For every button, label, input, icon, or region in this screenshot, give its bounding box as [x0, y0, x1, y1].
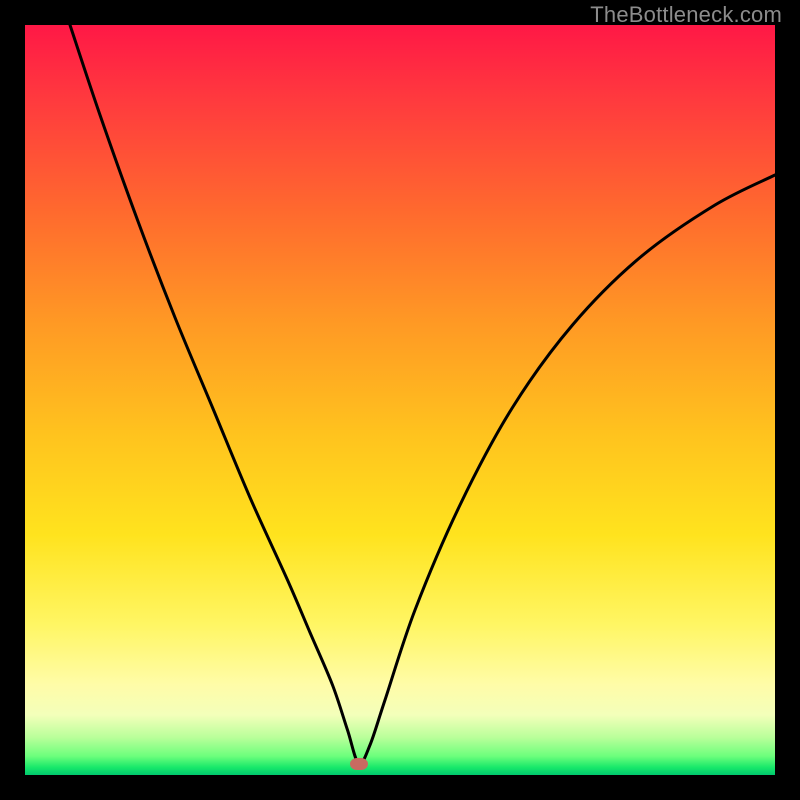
bottleneck-curve: [70, 25, 775, 764]
optimum-marker: [350, 758, 368, 770]
curve-layer: [0, 0, 800, 800]
watermark-text: TheBottleneck.com: [590, 2, 782, 28]
chart-frame: TheBottleneck.com: [0, 0, 800, 800]
